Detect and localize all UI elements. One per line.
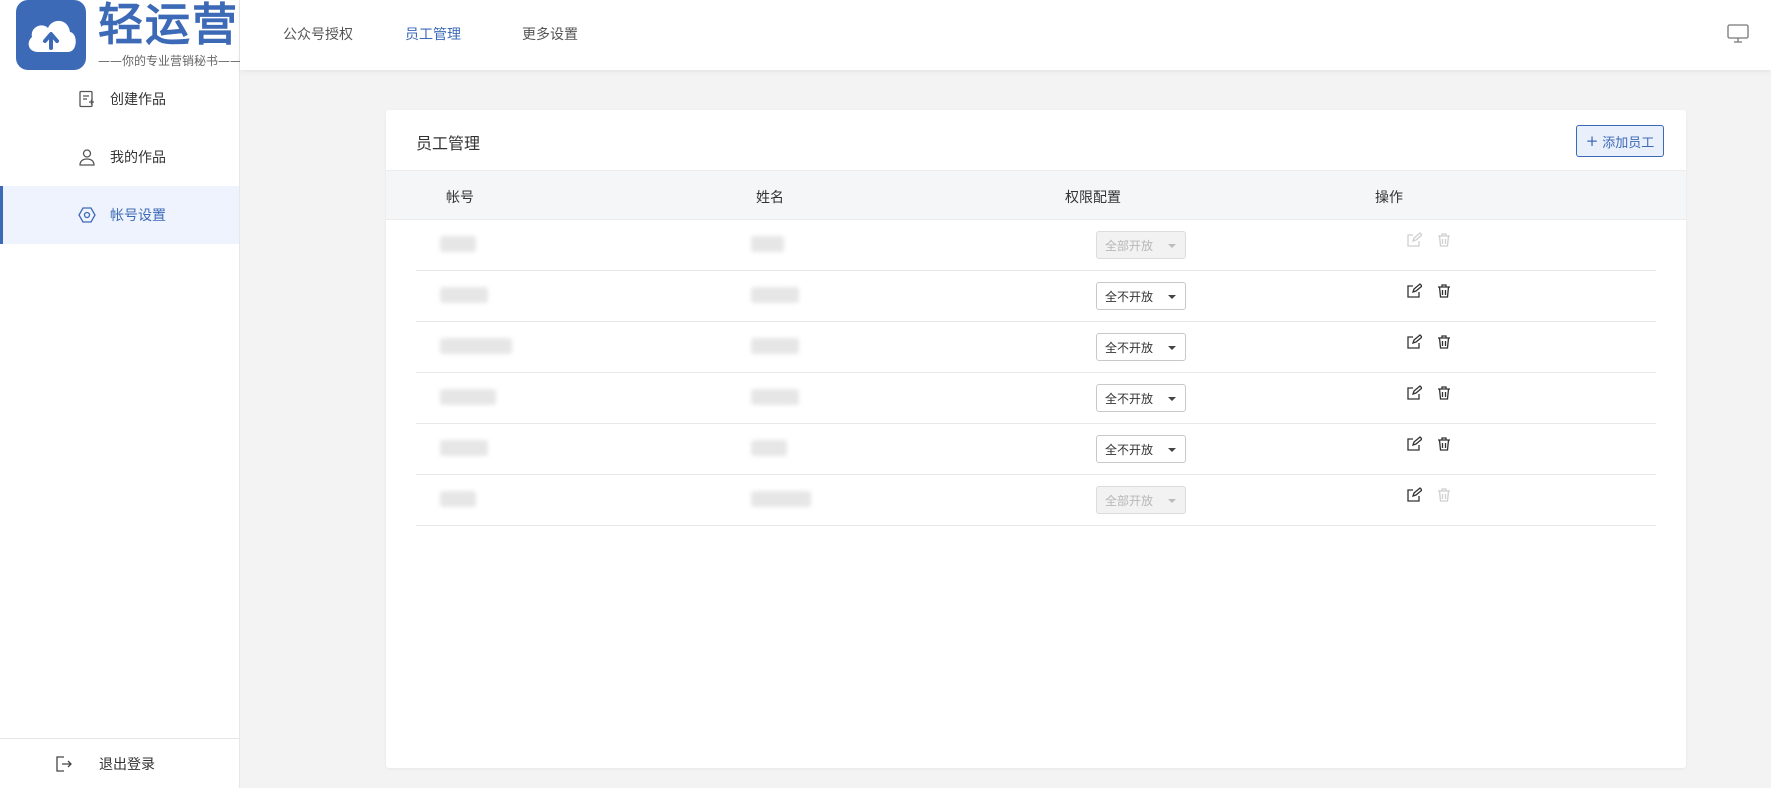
monitor-icon[interactable] xyxy=(1727,24,1749,48)
table-row: 全部开放 xyxy=(416,220,1656,271)
blurred-name xyxy=(751,491,811,507)
logo[interactable]: 轻运营 ——你的专业营销秘书—— xyxy=(16,0,243,70)
cloud-upload-icon xyxy=(16,0,86,70)
sidebar-item-label: 帐号设置 xyxy=(110,208,166,224)
table-row: 全部开放 xyxy=(416,475,1656,526)
delete-icon xyxy=(1436,487,1454,505)
permission-value: 全不开放 xyxy=(1105,289,1154,304)
blurred-name xyxy=(751,287,799,303)
logo-name: 轻运营 xyxy=(98,0,240,51)
chevron-down-icon xyxy=(1168,397,1176,401)
sidebar-item-create[interactable]: 创建作品 xyxy=(0,70,239,128)
table-row: 全不开放 xyxy=(416,424,1656,475)
edit-icon xyxy=(1406,232,1424,250)
delete-icon[interactable] xyxy=(1436,283,1454,301)
delete-icon[interactable] xyxy=(1436,385,1454,403)
edit-icon[interactable] xyxy=(1406,385,1424,403)
plus-icon: + xyxy=(1585,131,1599,150)
top-nav: 公众号授权 员工管理 更多设置 xyxy=(240,0,1771,70)
sidebar-item-account-settings[interactable]: 帐号设置 xyxy=(0,186,239,244)
tab-official-account-auth[interactable]: 公众号授权 xyxy=(283,24,353,44)
delete-icon[interactable] xyxy=(1436,436,1454,454)
chevron-down-icon xyxy=(1168,499,1176,503)
chevron-down-icon xyxy=(1168,244,1176,248)
permission-select[interactable]: 全不开放 xyxy=(1096,435,1186,463)
edit-icon[interactable] xyxy=(1406,487,1424,505)
blurred-name xyxy=(751,389,799,405)
logout-button[interactable]: 退出登录 xyxy=(0,738,239,788)
permission-value: 全不开放 xyxy=(1105,442,1154,457)
tab-more-settings[interactable]: 更多设置 xyxy=(522,24,578,44)
column-header-permission: 权限配置 xyxy=(1065,190,1121,206)
table-header: 帐号 姓名 权限配置 操作 xyxy=(386,170,1686,220)
chevron-down-icon xyxy=(1168,295,1176,299)
blurred-account xyxy=(440,389,496,405)
table-row: 全不开放 xyxy=(416,322,1656,373)
create-doc-icon xyxy=(76,88,98,110)
table-row: 全不开放 xyxy=(416,271,1656,322)
blurred-account xyxy=(440,287,488,303)
delete-icon xyxy=(1436,232,1454,250)
permission-select[interactable]: 全不开放 xyxy=(1096,333,1186,361)
blurred-name xyxy=(751,236,784,252)
sidebar-item-label: 我的作品 xyxy=(110,150,166,166)
permission-value: 全不开放 xyxy=(1105,340,1154,355)
permission-value: 全部开放 xyxy=(1105,238,1154,253)
logout-icon xyxy=(52,753,74,775)
permission-value: 全不开放 xyxy=(1105,391,1154,406)
add-staff-button[interactable]: + 添加员工 xyxy=(1576,125,1664,157)
permission-value: 全部开放 xyxy=(1105,493,1154,508)
edit-icon[interactable] xyxy=(1406,334,1424,352)
column-header-account: 帐号 xyxy=(446,190,474,206)
permission-select: 全部开放 xyxy=(1096,486,1186,514)
staff-management-card: 员工管理 + 添加员工 帐号 姓名 权限配置 操作 全部开放 全不开放 全不开放… xyxy=(386,110,1686,768)
edit-icon[interactable] xyxy=(1406,283,1424,301)
add-staff-label: 添加员工 xyxy=(1602,135,1655,151)
permission-select[interactable]: 全不开放 xyxy=(1096,384,1186,412)
chevron-down-icon xyxy=(1168,448,1176,452)
blurred-account xyxy=(440,440,488,456)
blurred-account xyxy=(440,338,512,354)
settings-hex-icon xyxy=(76,204,98,226)
tab-staff-management[interactable]: 员工管理 xyxy=(405,24,461,44)
sidebar-item-label: 创建作品 xyxy=(110,92,166,108)
column-header-name: 姓名 xyxy=(756,190,784,206)
permission-select[interactable]: 全不开放 xyxy=(1096,282,1186,310)
blurred-account xyxy=(440,491,476,507)
card-title: 员工管理 xyxy=(416,134,481,153)
chevron-down-icon xyxy=(1168,346,1176,350)
logout-label: 退出登录 xyxy=(99,756,155,773)
edit-icon[interactable] xyxy=(1406,436,1424,454)
blurred-account xyxy=(440,236,476,252)
table-row: 全不开放 xyxy=(416,373,1656,424)
sidebar-item-my-works[interactable]: 我的作品 xyxy=(0,128,239,186)
permission-select: 全部开放 xyxy=(1096,231,1186,259)
user-icon xyxy=(76,146,98,168)
delete-icon[interactable] xyxy=(1436,334,1454,352)
blurred-name xyxy=(751,338,799,354)
logo-slogan: ——你的专业营销秘书—— xyxy=(98,54,243,68)
column-header-actions: 操作 xyxy=(1375,190,1403,206)
blurred-name xyxy=(751,440,787,456)
sidebar: 轻运营 ——你的专业营销秘书—— 创建作品 我的作品 帐号设置 退出登录 xyxy=(0,0,243,788)
